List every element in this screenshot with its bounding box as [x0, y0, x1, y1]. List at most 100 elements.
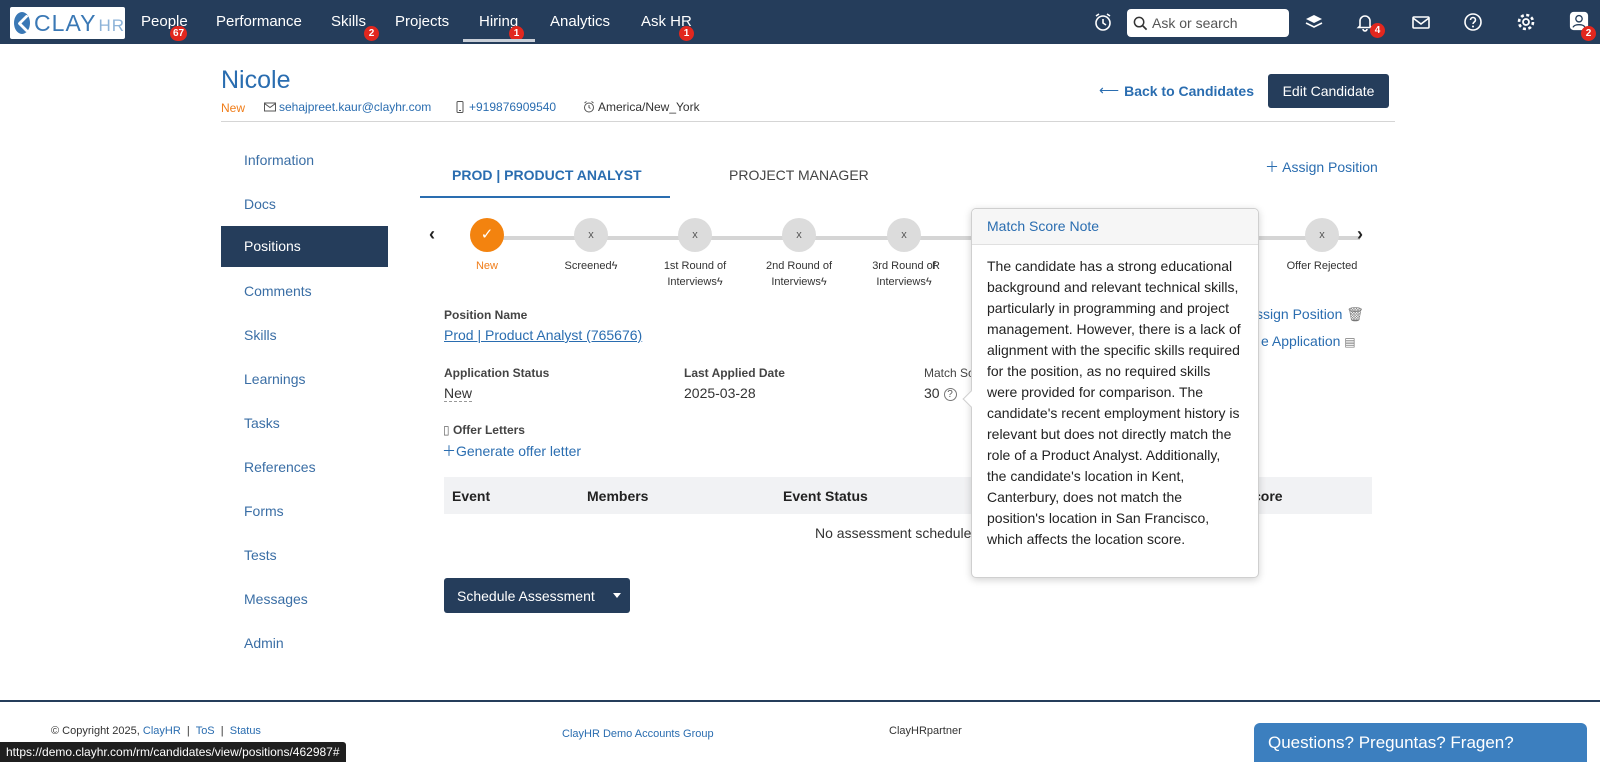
search-box[interactable]: [1127, 9, 1289, 37]
last-applied-label: Last Applied Date: [684, 366, 785, 380]
lightning-icon: ϟ: [820, 276, 827, 288]
unassign-position-link[interactable]: ssign Position 🗑: [1256, 306, 1364, 323]
logo-text: CLAY HR: [34, 9, 125, 36]
layers-icon[interactable]: [1304, 12, 1324, 32]
sidebar-item-docs[interactable]: Docs: [221, 182, 388, 226]
clock-icon: [584, 101, 594, 113]
active-tab-indicator: [420, 196, 670, 198]
ask-hr-badge: 1: [679, 26, 694, 41]
sidebar-item-tasks[interactable]: Tasks: [221, 401, 388, 445]
match-score-note-popover: Match Score Note The candidate has a str…: [962, 208, 1259, 578]
footer-divider: [0, 700, 1600, 702]
step-new-label: New: [475, 260, 498, 272]
plus-icon: ＋: [1265, 159, 1279, 175]
offer-letters-label: ▯ Offer Letters: [443, 423, 525, 437]
arrow-left-icon: ⟵: [1099, 82, 1120, 98]
footer-partner: ClayHRpartner: [889, 725, 962, 737]
nav-skills[interactable]: Skills: [331, 13, 366, 30]
chevron-left-icon[interactable]: ‹: [429, 224, 435, 245]
archive-icon: ▤: [1344, 335, 1356, 349]
step-screened-circle[interactable]: x: [574, 218, 608, 252]
step-offer-rejected-circle[interactable]: x: [1305, 218, 1339, 252]
assign-position-link[interactable]: ＋ Assign Position: [1265, 157, 1378, 177]
browser-status-url: https://demo.clayhr.com/rm/candidates/vi…: [0, 742, 346, 762]
search-input[interactable]: [1152, 15, 1282, 31]
caret-down-icon[interactable]: [613, 593, 621, 598]
chat-widget-button[interactable]: Questions? Preguntas? Fragen?: [1254, 723, 1587, 762]
popover-body: The candidate has a strong educational b…: [987, 258, 1241, 547]
column-event-status: Event Status: [783, 488, 868, 504]
position-name-label: Position Name: [444, 308, 528, 322]
phone-icon: [456, 101, 464, 113]
profile-badge: 2: [1581, 26, 1596, 41]
mail-icon[interactable]: [1411, 12, 1431, 32]
header-divider: [221, 121, 1395, 122]
candidate-email[interactable]: sehajpreet.kaur@clayhr.com: [264, 100, 431, 114]
lightning-icon: ϟ: [925, 276, 932, 288]
application-status-label: Application Status: [444, 366, 550, 380]
step-new-circle[interactable]: ✓: [470, 218, 504, 252]
candidate-status: New: [221, 101, 246, 115]
clayhr-logo[interactable]: CLAY HR: [10, 7, 125, 39]
lightning-icon: ϟ: [611, 260, 618, 272]
popover-title: Match Score Note: [972, 209, 1258, 245]
match-score-label: Match Sc: [924, 366, 975, 380]
position-name-link[interactable]: Prod | Product Analyst (765676): [444, 327, 642, 343]
step-screened-label: Screenedϟ: [564, 260, 618, 272]
step-offer-rejected-label: Offer Rejected: [1286, 260, 1358, 272]
skills-badge: 2: [364, 26, 379, 41]
step-round1-label: 1st Round of Interviewsϟ: [663, 260, 727, 288]
sidebar-item-references[interactable]: References: [221, 445, 388, 489]
nav-projects[interactable]: Projects: [395, 13, 449, 30]
notifications-badge: 4: [1370, 23, 1385, 38]
chevron-right-icon[interactable]: ›: [1357, 224, 1363, 245]
application-status-value[interactable]: New: [444, 385, 473, 402]
back-to-candidates-link[interactable]: ⟵ Back to Candidates: [1099, 82, 1254, 99]
search-icon: [1133, 16, 1148, 30]
gear-icon[interactable]: [1516, 12, 1536, 32]
sidebar-item-messages[interactable]: Messages: [221, 577, 388, 621]
sidebar-item-tests[interactable]: Tests: [221, 533, 388, 577]
sidebar-item-skills[interactable]: Skills: [221, 313, 388, 357]
help-icon[interactable]: [1463, 12, 1483, 32]
mail-icon: [264, 102, 276, 112]
step-partial-label: R: [932, 260, 940, 272]
sidebar-item-comments[interactable]: Comments: [221, 269, 388, 313]
footer-group-link[interactable]: ClayHR Demo Accounts Group: [562, 728, 714, 740]
sidebar-item-forms[interactable]: Forms: [221, 489, 388, 533]
candidate-phone[interactable]: +919876909540: [454, 100, 556, 114]
help-icon[interactable]: ?: [943, 387, 957, 401]
generate-offer-letter-link[interactable]: ＋Generate offer letter: [442, 441, 581, 461]
nav-performance[interactable]: Performance: [216, 13, 302, 30]
hiring-active-indicator: [463, 39, 535, 42]
column-event: Event: [452, 488, 491, 504]
sidebar-item-positions[interactable]: Positions: [221, 226, 388, 267]
sidebar-item-information[interactable]: Information: [221, 138, 388, 182]
tab-project-manager[interactable]: PROJECT MANAGER: [729, 167, 869, 183]
archive-application-link[interactable]: e Application ▤: [1261, 333, 1356, 349]
footer-status-link[interactable]: Status: [230, 725, 261, 737]
edit-candidate-button[interactable]: Edit Candidate: [1268, 74, 1389, 108]
lightning-icon: ϟ: [716, 276, 723, 288]
nav-analytics[interactable]: Analytics: [550, 13, 610, 30]
footer-clayhr-link[interactable]: ClayHR: [143, 725, 181, 737]
schedule-assessment-button[interactable]: Schedule Assessment: [444, 578, 630, 613]
last-applied-value: 2025-03-28: [684, 385, 756, 401]
step-round1-circle[interactable]: x: [678, 218, 712, 252]
candidate-timezone: America/New_York: [583, 100, 700, 114]
trash-icon: 🗑: [1346, 306, 1365, 322]
candidate-name: Nicole: [221, 66, 291, 94]
footer-tos-link[interactable]: ToS: [196, 725, 215, 737]
tab-prod-product-analyst[interactable]: PROD | PRODUCT ANALYST: [452, 167, 642, 183]
match-score-value: 30?: [924, 385, 957, 401]
step-round2-circle[interactable]: x: [782, 218, 816, 252]
alarm-clock-icon[interactable]: [1093, 12, 1113, 32]
sidebar-item-admin[interactable]: Admin: [221, 621, 388, 665]
step-round3-circle[interactable]: x: [887, 218, 921, 252]
column-members: Members: [587, 488, 649, 504]
empty-table-message: No assessment schedule: [815, 525, 972, 541]
logo-mark-icon: [14, 12, 31, 34]
footer-copyright: © Copyright 2025, ClayHR | ToS | Status: [51, 725, 261, 737]
sidebar-item-learnings[interactable]: Learnings: [221, 357, 388, 401]
document-icon: ▯: [443, 423, 450, 437]
